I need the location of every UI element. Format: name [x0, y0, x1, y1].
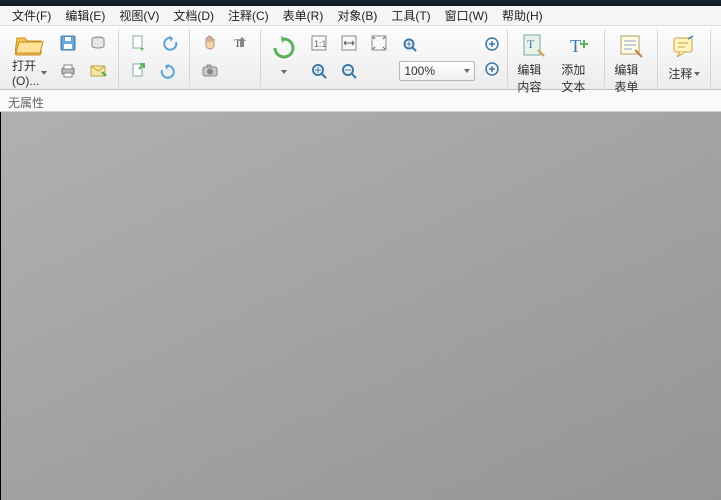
- svg-text:T: T: [527, 37, 535, 51]
- group-file: 打开(O)...: [3, 29, 119, 87]
- text-add-icon: T: [562, 32, 594, 60]
- export-button[interactable]: [125, 59, 153, 85]
- text-select-button[interactable]: T: [226, 31, 254, 57]
- rotate-caret-icon: [281, 70, 287, 74]
- undo-icon: [160, 34, 178, 55]
- menu-window[interactable]: 窗口(W): [439, 6, 494, 25]
- svg-text:T: T: [570, 36, 581, 56]
- fit-page-icon: [370, 34, 388, 55]
- zoom-out-icon: [340, 62, 358, 83]
- measure-button[interactable]: 度量: [715, 29, 721, 87]
- fit-width-button[interactable]: [335, 31, 363, 57]
- edit-form-button[interactable]: 编辑表单: [609, 29, 653, 87]
- actual-size-button[interactable]: 1:1: [305, 31, 333, 57]
- add-text-button[interactable]: T 添加文本: [556, 29, 600, 87]
- group-select: T: [190, 29, 261, 87]
- menu-document[interactable]: 文档(D): [167, 6, 220, 25]
- print-button[interactable]: [54, 59, 82, 85]
- fit-page-button[interactable]: [365, 31, 393, 57]
- menu-edit[interactable]: 编辑(E): [59, 6, 111, 25]
- annotate-label: 注释: [668, 65, 692, 82]
- document-workspace[interactable]: [0, 112, 721, 500]
- zoom-in-button[interactable]: [305, 59, 333, 85]
- export-icon: [130, 62, 148, 83]
- save-button[interactable]: [54, 31, 82, 57]
- group-import: [119, 29, 190, 87]
- plus-circle2-icon: [484, 61, 500, 80]
- no-properties-label: 无属性: [8, 96, 44, 110]
- edit-form-label: 编辑表单: [614, 61, 648, 95]
- group-annotate: 注释: [658, 29, 711, 87]
- import-icon: [130, 34, 148, 55]
- camera-icon: [201, 62, 219, 83]
- text-select-icon: T: [231, 34, 249, 55]
- menu-view[interactable]: 视图(V): [113, 6, 165, 25]
- hand-tool-button[interactable]: [196, 31, 224, 57]
- edit-content-label: 编辑内容: [517, 61, 551, 95]
- menu-tools[interactable]: 工具(T): [385, 6, 436, 25]
- zoom-plus-button[interactable]: [481, 35, 503, 57]
- fit-width-icon: [340, 34, 358, 55]
- zoom-value: 100%: [404, 64, 435, 78]
- annotation-icon: [668, 32, 700, 64]
- redo-icon: [160, 62, 178, 83]
- folder-icon: [14, 32, 46, 56]
- annotate-button[interactable]: 注释: [662, 29, 706, 87]
- save-icon: [59, 34, 77, 55]
- zoom-plus2-button[interactable]: [481, 60, 503, 82]
- rotate-icon: [268, 32, 300, 64]
- text-edit-icon: T: [518, 32, 550, 60]
- form-edit-icon: [615, 32, 647, 60]
- edit-content-button[interactable]: T 编辑内容: [512, 29, 556, 87]
- print-icon: [59, 62, 77, 83]
- menu-bar: 文件(F) 编辑(E) 视图(V) 文档(D) 注释(C) 表单(R) 对象(B…: [0, 6, 721, 26]
- zoom-caret-icon: [464, 69, 470, 73]
- hand-icon: [201, 34, 219, 55]
- plus-circle-icon: [484, 36, 500, 55]
- mail-button[interactable]: [84, 59, 112, 85]
- zoom-extra-button[interactable]: [399, 36, 421, 58]
- mail-icon: [89, 62, 107, 83]
- menu-form[interactable]: 表单(R): [277, 6, 330, 25]
- rotate-button[interactable]: [265, 29, 303, 87]
- open-button[interactable]: 打开(O)...: [7, 29, 52, 87]
- zoom-extra-icon: [402, 37, 418, 56]
- menu-file[interactable]: 文件(F): [6, 6, 57, 25]
- zoom-combo[interactable]: 100%: [399, 61, 475, 81]
- group-measure: 度量: [711, 29, 721, 87]
- menu-help[interactable]: 帮助(H): [496, 6, 549, 25]
- annotate-caret-icon: [694, 72, 700, 76]
- svg-text:1:1: 1:1: [314, 39, 327, 49]
- group-form: 编辑表单: [605, 29, 658, 87]
- group-edit: T 编辑内容 T 添加文本: [508, 29, 605, 87]
- actual-size-icon: 1:1: [310, 34, 328, 55]
- toolbar: 打开(O)... T 1:1: [0, 26, 721, 90]
- zoom-out-button[interactable]: [335, 59, 363, 85]
- import-button[interactable]: [125, 31, 153, 57]
- drive-button[interactable]: [84, 31, 112, 57]
- drive-icon: [89, 34, 107, 55]
- redo-button[interactable]: [155, 59, 183, 85]
- menu-object[interactable]: 对象(B): [331, 6, 383, 25]
- group-zoom: 1:1 100%: [261, 29, 508, 87]
- undo-button[interactable]: [155, 31, 183, 57]
- open-caret-icon: [41, 71, 47, 75]
- add-text-label: 添加文本: [561, 61, 595, 95]
- open-label: 打开(O)...: [12, 57, 39, 88]
- zoom-in-icon: [310, 62, 328, 83]
- menu-comment[interactable]: 注释(C): [222, 6, 275, 25]
- status-bar: 无属性: [0, 90, 721, 112]
- camera-button[interactable]: [196, 59, 224, 85]
